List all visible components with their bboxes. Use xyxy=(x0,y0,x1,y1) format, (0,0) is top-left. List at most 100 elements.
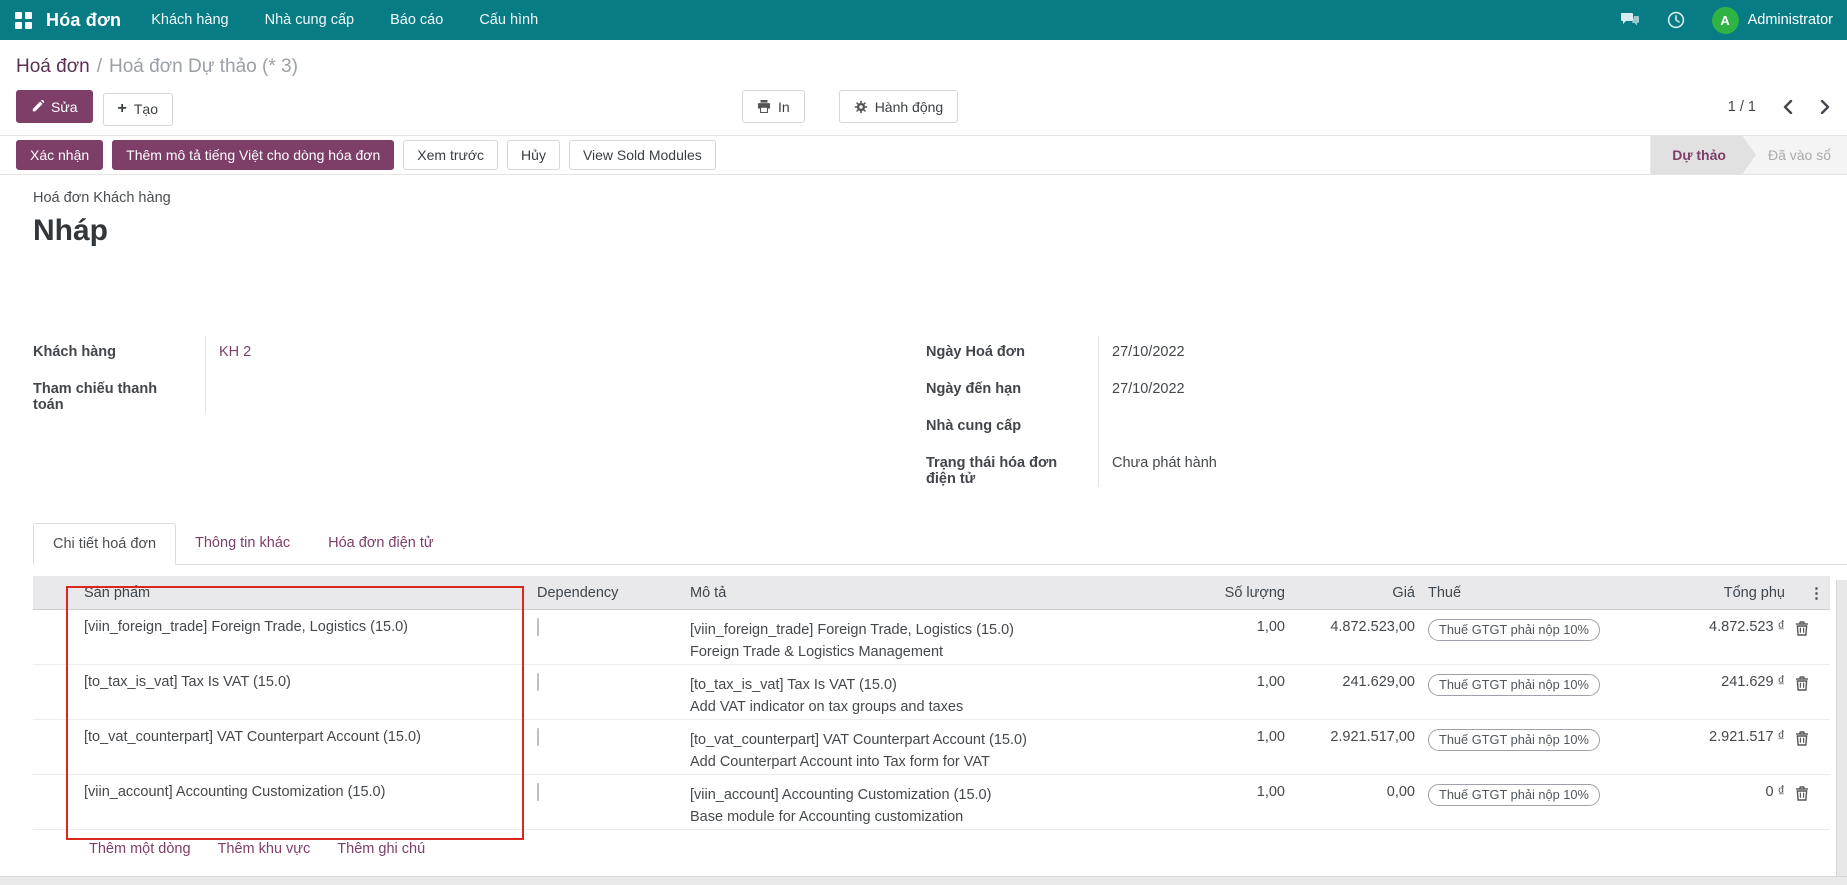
tab-chi-tiet-hoa-don[interactable]: Chi tiết hoá đơn xyxy=(33,523,176,565)
tax-badge[interactable]: Thuế GTGT phải nộp 10% xyxy=(1428,784,1600,806)
dependency-checkbox[interactable] xyxy=(537,673,539,691)
user-menu[interactable]: A Administrator xyxy=(1712,7,1833,34)
vendor-value xyxy=(1098,410,1428,447)
action-button[interactable]: Hành động xyxy=(839,90,959,123)
row-description[interactable]: [to_vat_counterpart] VAT Counterpart Acc… xyxy=(690,720,1160,774)
vertical-scrollbar[interactable] xyxy=(1836,580,1847,876)
row-description[interactable]: [viin_foreign_trade] Foreign Trade, Logi… xyxy=(690,610,1160,664)
header-tax[interactable]: Thuế xyxy=(1415,576,1640,609)
table-row[interactable]: [viin_account] Accounting Customization … xyxy=(33,775,1830,830)
apps-menu-button[interactable] xyxy=(0,0,46,40)
dependency-checkbox[interactable] xyxy=(537,728,539,746)
menu-bao-cao[interactable]: Báo cáo xyxy=(390,12,443,28)
row-quantity[interactable]: 1,00 xyxy=(1160,775,1285,829)
header-price[interactable]: Giá xyxy=(1285,576,1415,609)
add-line-link[interactable]: Thêm một dòng xyxy=(89,841,191,868)
row-product[interactable]: [viin_foreign_trade] Foreign Trade, Logi… xyxy=(66,610,524,664)
create-button[interactable]: + Tạo xyxy=(103,93,173,126)
table-row[interactable]: [to_vat_counterpart] VAT Counterpart Acc… xyxy=(33,720,1830,775)
tab-thong-tin-khac[interactable]: Thông tin khác xyxy=(176,523,309,564)
header-quantity[interactable]: Số lượng xyxy=(1160,576,1285,609)
row-price[interactable]: 4.872.523,00 xyxy=(1285,610,1415,664)
payment-reference-label: Tham chiếu thanh toán xyxy=(33,373,205,413)
delete-row-button[interactable] xyxy=(1795,621,1809,636)
tab-hoa-don-dien-tu[interactable]: Hóa đơn điện tử xyxy=(309,523,452,564)
einvoice-state-label: Trạng thái hóa đơn điện tử xyxy=(926,447,1098,487)
optional-columns-icon[interactable]: ⋮ xyxy=(1809,584,1824,602)
menu-nha-cung-cap[interactable]: Nhà cung cấp xyxy=(265,12,354,28)
state-draft[interactable]: Dự thảo xyxy=(1650,136,1756,174)
delete-row-button[interactable] xyxy=(1795,731,1809,746)
field-customer: Khách hàng KH 2 xyxy=(33,336,733,373)
table-row[interactable]: [viin_foreign_trade] Foreign Trade, Logi… xyxy=(33,610,1830,665)
table-header-row: Sản phẩm Dependency Mô tả Số lượng Giá T… xyxy=(33,576,1830,610)
tax-badge[interactable]: Thuế GTGT phải nộp 10% xyxy=(1428,619,1600,641)
row-price[interactable]: 0,00 xyxy=(1285,775,1415,829)
add-vi-description-button[interactable]: Thêm mô tả tiếng Việt cho dòng hóa đơn xyxy=(112,140,394,170)
row-product[interactable]: [to_vat_counterpart] VAT Counterpart Acc… xyxy=(66,720,524,774)
currency-symbol: ₫ xyxy=(1778,619,1785,635)
row-quantity[interactable]: 1,00 xyxy=(1160,665,1285,719)
row-description[interactable]: [viin_account] Accounting Customization … xyxy=(690,775,1160,829)
table-row[interactable]: [to_tax_is_vat] Tax Is VAT (15.0) [to_ta… xyxy=(33,665,1830,720)
trash-icon xyxy=(1795,621,1809,636)
view-sold-modules-button[interactable]: View Sold Modules xyxy=(569,140,716,170)
top-navbar: Hóa đơn Khách hàng Nhà cung cấp Báo cáo … xyxy=(0,0,1847,40)
dependency-checkbox[interactable] xyxy=(537,783,539,801)
systray: A Administrator xyxy=(1620,7,1833,34)
delete-row-button[interactable] xyxy=(1795,676,1809,691)
header-product[interactable]: Sản phẩm xyxy=(66,576,524,609)
top-menu: Khách hàng Nhà cung cấp Báo cáo Cấu hình xyxy=(151,12,538,28)
chevron-right-icon xyxy=(1820,100,1830,114)
row-product[interactable]: [viin_account] Accounting Customization … xyxy=(66,775,524,829)
row-product[interactable]: [to_tax_is_vat] Tax Is VAT (15.0) xyxy=(66,665,524,719)
header-subtotal[interactable]: Tổng phụ xyxy=(1640,576,1785,609)
delete-row-button[interactable] xyxy=(1795,786,1809,801)
add-note-link[interactable]: Thêm ghi chú xyxy=(337,841,425,868)
header-dependency[interactable]: Dependency xyxy=(524,576,690,609)
pager-previous-button[interactable] xyxy=(1783,100,1793,114)
pager-next-button[interactable] xyxy=(1820,100,1830,114)
bottom-section-edge xyxy=(0,876,1847,885)
print-button[interactable]: In xyxy=(742,90,805,123)
row-quantity[interactable]: 1,00 xyxy=(1160,720,1285,774)
row-quantity[interactable]: 1,00 xyxy=(1160,610,1285,664)
trash-icon xyxy=(1795,786,1809,801)
confirm-button[interactable]: Xác nhận xyxy=(16,140,103,170)
messages-icon[interactable] xyxy=(1620,12,1640,28)
user-name: Administrator xyxy=(1748,12,1833,28)
odoo-invoice-screen: Hóa đơn Khách hàng Nhà cung cấp Báo cáo … xyxy=(0,0,1847,885)
row-subtotal: 4.872.523₫ xyxy=(1640,610,1785,664)
row-price[interactable]: 2.921.517,00 xyxy=(1285,720,1415,774)
breadcrumb-root-link[interactable]: Hoá đơn xyxy=(16,56,90,77)
customer-label: Khách hàng xyxy=(33,336,205,373)
edit-button[interactable]: Sửa xyxy=(16,90,93,123)
document-name: Nháp xyxy=(33,214,1847,248)
row-price[interactable]: 241.629,00 xyxy=(1285,665,1415,719)
menu-cau-hinh[interactable]: Cấu hình xyxy=(479,12,538,28)
row-description[interactable]: [to_tax_is_vat] Tax Is VAT (15.0) Add VA… xyxy=(690,665,1160,719)
add-section-link[interactable]: Thêm khu vực xyxy=(218,841,311,868)
activities-clock-icon[interactable] xyxy=(1667,11,1685,29)
form-sheet: Hoá đơn Khách hàng Nháp Khách hàng KH 2 … xyxy=(0,190,1847,868)
table-footer-links: Thêm một dòng Thêm khu vực Thêm ghi chú xyxy=(33,830,1830,868)
state-posted[interactable]: Đã vào sổ xyxy=(1744,136,1847,174)
customer-value-link[interactable]: KH 2 xyxy=(205,336,733,373)
gear-icon xyxy=(854,100,868,114)
einvoice-state-value: Chưa phát hành xyxy=(1098,447,1428,487)
statusbar: Xác nhận Thêm mô tả tiếng Việt cho dòng … xyxy=(0,135,1847,175)
field-due-date: Ngày đến hạn 27/10/2022 xyxy=(926,373,1428,410)
menu-khach-hang[interactable]: Khách hàng xyxy=(151,12,228,28)
field-payment-reference: Tham chiếu thanh toán xyxy=(33,373,733,413)
header-description[interactable]: Mô tả xyxy=(690,576,1160,609)
app-title[interactable]: Hóa đơn xyxy=(46,10,121,31)
trash-icon xyxy=(1795,731,1809,746)
currency-symbol: ₫ xyxy=(1778,784,1785,800)
tax-badge[interactable]: Thuế GTGT phải nộp 10% xyxy=(1428,674,1600,696)
cancel-button[interactable]: Hủy xyxy=(507,140,560,170)
preview-button[interactable]: Xem trước xyxy=(403,140,498,170)
field-invoice-date: Ngày Hoá đơn 27/10/2022 xyxy=(926,336,1428,373)
dependency-checkbox[interactable] xyxy=(537,618,539,636)
tax-badge[interactable]: Thuế GTGT phải nộp 10% xyxy=(1428,729,1600,751)
row-subtotal: 0₫ xyxy=(1640,775,1785,829)
